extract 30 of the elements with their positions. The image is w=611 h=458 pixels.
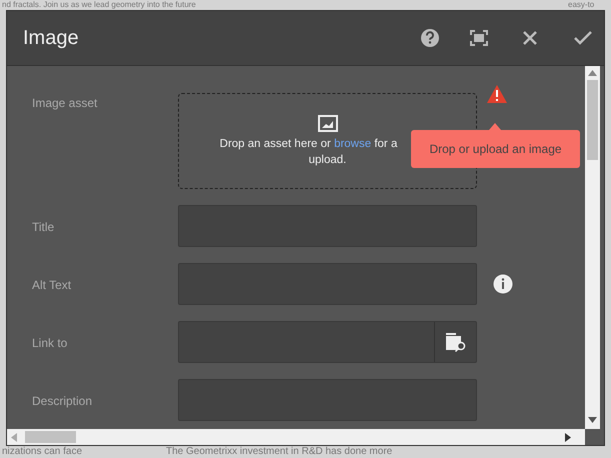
scrollbar-thumb[interactable] — [587, 80, 598, 160]
horizontal-scrollbar[interactable] — [7, 429, 585, 445]
text-field[interactable] — [178, 321, 477, 363]
page-text: easy-to — [568, 0, 594, 9]
scroll-right-icon[interactable] — [565, 432, 571, 442]
fullscreen-icon[interactable] — [470, 30, 488, 46]
text-field[interactable] — [178, 205, 477, 247]
dialog-title: Image — [23, 26, 80, 51]
close-icon[interactable] — [522, 30, 538, 46]
page-text: nizations can face — [2, 446, 82, 458]
folder-search-icon — [444, 332, 466, 352]
field-label: Image asset — [32, 95, 98, 112]
scroll-up-icon[interactable] — [588, 70, 597, 76]
page-text: nd fractals. Join us as we lead geometry into the future — [2, 0, 196, 9]
field-label: Alt Text — [32, 277, 72, 294]
vertical-scrollbar[interactable] — [585, 66, 600, 429]
tooltip-pointer — [489, 123, 501, 130]
scroll-left-icon[interactable] — [11, 432, 17, 442]
scroll-down-icon[interactable] — [588, 417, 597, 423]
text-field[interactable] — [178, 263, 477, 305]
checkmark-icon[interactable] — [574, 31, 592, 45]
help-icon[interactable] — [420, 28, 440, 48]
scrollbar-thumb[interactable] — [25, 431, 76, 443]
warning-icon — [486, 84, 508, 104]
field-label: Title — [32, 219, 56, 236]
field-label: Description — [32, 393, 94, 410]
text-field[interactable] — [178, 379, 477, 421]
field-label: Link to — [32, 335, 68, 352]
image-icon — [318, 114, 338, 132]
page-text: The Geometrixx investment in R&D has done more — [166, 446, 392, 458]
